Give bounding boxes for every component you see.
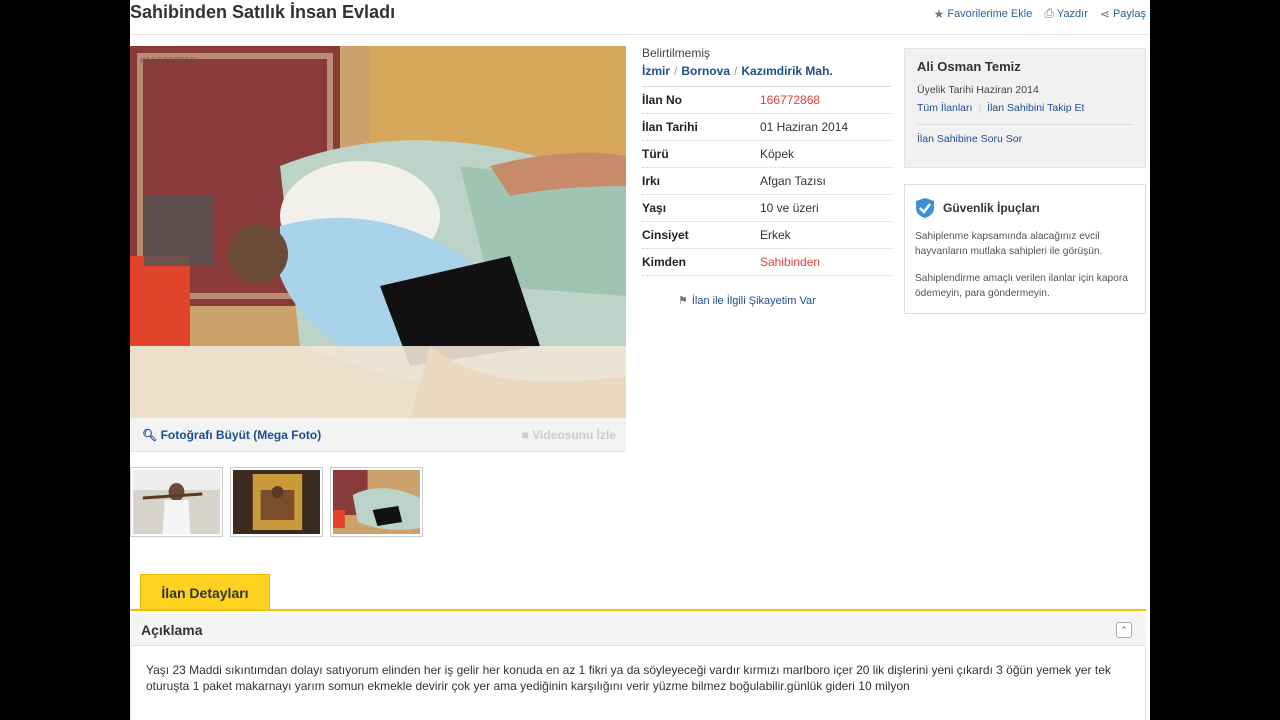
share-label: Paylaş	[1112, 7, 1146, 20]
print-label: Yazdır	[1056, 7, 1088, 20]
report-listing-link[interactable]: ⚑ İlan ile İlgili Şikayetim Var	[678, 294, 892, 307]
page-title: Sahibinden Satılık İnsan Evladı	[130, 2, 396, 22]
location-breadcrumb: İzmir / Bornova / Kazımdirik Mah.	[642, 64, 892, 78]
title-divider	[130, 34, 1150, 35]
seller-member-since: Üyelik Tarihi Haziran 2014	[917, 84, 1039, 96]
collapse-chevron-icon[interactable]: ⌃	[1116, 622, 1132, 638]
detail-label: Türü	[642, 147, 669, 161]
detail-value: 166772868	[760, 93, 821, 107]
thumbnail-2[interactable]	[230, 467, 323, 537]
thumbnail-3[interactable]	[330, 467, 423, 537]
detail-label: Kimden	[642, 255, 687, 269]
detail-row: Yaşı 10 ve üzeri	[642, 195, 892, 222]
seller-links: Tüm İlanları | İlan Sahibini Takip Et	[917, 102, 1133, 114]
location-neighborhood-link[interactable]: Kazımdirik Mah.	[741, 64, 832, 78]
all-ads-link[interactable]: Tüm İlanları	[917, 102, 972, 114]
location-district-link[interactable]: Bornova	[681, 64, 730, 78]
seller-box: Ali Osman Temiz Üyelik Tarihi Haziran 20…	[904, 48, 1146, 168]
share-button[interactable]: ⋖ Paylaş	[1100, 6, 1146, 21]
thumbnail-3-image	[333, 470, 420, 534]
favorite-button[interactable]: ★ Favorilerime Ekle	[934, 6, 1033, 21]
detail-row: İlan Tarihi 01 Haziran 2014	[642, 114, 892, 141]
report-listing-label: İlan ile İlgili Şikayetim Var	[691, 295, 816, 307]
enlarge-photo-label: Fotoğrafı Büyüt (Mega Foto)	[160, 428, 322, 442]
location-unspecified: Belirtilmemiş	[642, 46, 711, 60]
tab-underline	[130, 609, 1146, 611]
listing-page: Sahibinden Satılık İnsan Evladı ★ Favoril…	[130, 0, 1150, 720]
thumbnail-strip	[130, 467, 423, 537]
detail-value: 01 Haziran 2014	[760, 120, 849, 134]
detail-label: Irkı	[642, 174, 661, 188]
main-photo[interactable]: #166772868	[130, 46, 626, 418]
link-divider: |	[978, 102, 982, 114]
location-city-link[interactable]: İzmir	[642, 64, 670, 78]
detail-row: Irkı Afgan Tazısı	[642, 168, 892, 195]
enlarge-photo-link[interactable]: 🔍︎ Fotoğrafı Büyüt (Mega Foto)	[142, 428, 321, 442]
thumbnail-2-image	[233, 470, 320, 534]
breadcrumb-separator: /	[734, 64, 738, 78]
printer-icon: ⎙	[1044, 6, 1054, 20]
magnifier-icon: 🔍︎	[142, 428, 158, 442]
ask-seller-link[interactable]: İlan Sahibine Soru Sor	[917, 133, 1133, 145]
breadcrumb-separator: /	[674, 64, 678, 78]
description-header: Açıklama ⌃	[130, 614, 1146, 646]
flag-icon: ⚑	[678, 295, 688, 307]
video-camera-icon: ■	[521, 428, 529, 442]
star-icon: ★	[933, 6, 945, 21]
detail-label: İlan Tarihi	[642, 120, 698, 134]
seller-name: Ali Osman Temiz	[917, 59, 1021, 74]
safety-tip-2: Sahiplendirme amaçlı verilen ilanlar içi…	[915, 273, 1128, 299]
safety-tips-box: Güvenlik İpuçları Sahiplenme kapsamında …	[904, 184, 1146, 314]
detail-value: Köpek	[760, 147, 795, 161]
photo-watermark: #166772868	[140, 56, 196, 67]
description-title: Açıklama	[141, 622, 203, 638]
favorite-label: Favorilerime Ekle	[947, 7, 1033, 20]
detail-row: Cinsiyet Erkek	[642, 222, 892, 249]
safety-tip-1: Sahiplenme kapsamında alacağınız evcil h…	[915, 231, 1103, 257]
detail-value: Erkek	[760, 228, 791, 242]
top-actions: ★ Favorilerime Ekle ⎙ Yazdır ⋖ Paylaş	[934, 6, 1146, 21]
thumbnail-1[interactable]	[130, 467, 223, 537]
detail-label: Yaşı	[642, 201, 667, 215]
share-icon: ⋖	[1099, 6, 1110, 21]
details-table: İlan No 166772868 İlan Tarihi 01 Haziran 20…	[642, 86, 892, 276]
tab-listing-details[interactable]: İlan Detayları	[140, 574, 270, 610]
detail-value: Afgan Tazısı	[760, 174, 826, 188]
watch-video-link: ■ Videosunu İzle	[522, 428, 616, 442]
detail-value: 10 ve üzeri	[760, 201, 819, 215]
detail-row: Türü Köpek	[642, 141, 892, 168]
description-text: Yaşı 23 Maddi sıkıntımdan dolayı satıyor…	[146, 663, 1111, 693]
shield-icon	[916, 198, 934, 218]
detail-label: İlan No	[642, 93, 683, 107]
print-button[interactable]: ⎙ Yazdır	[1044, 6, 1088, 21]
safety-tips-header: Güvenlik İpuçları	[915, 197, 1135, 219]
listing-info: Belirtilmemiş İzmir / Bornova / Kazımdirik M…	[642, 46, 892, 307]
follow-seller-link[interactable]: İlan Sahibini Takip Et	[987, 102, 1084, 114]
detail-row: İlan No 166772868	[642, 87, 892, 114]
detail-row: Kimden Sahibinden	[642, 249, 892, 276]
thumbnail-1-image	[133, 470, 220, 534]
detail-label: Cinsiyet	[642, 228, 689, 242]
detail-value: Sahibinden	[760, 255, 821, 269]
watch-video-label: Videosunu İzle	[532, 428, 616, 442]
main-photo-image	[130, 46, 626, 418]
photo-toolbar: 🔍︎ Fotoğrafı Büyüt (Mega Foto) ■ Videosu…	[130, 418, 626, 452]
seller-divider	[917, 124, 1133, 125]
safety-tips-title: Güvenlik İpuçları	[943, 201, 1040, 215]
